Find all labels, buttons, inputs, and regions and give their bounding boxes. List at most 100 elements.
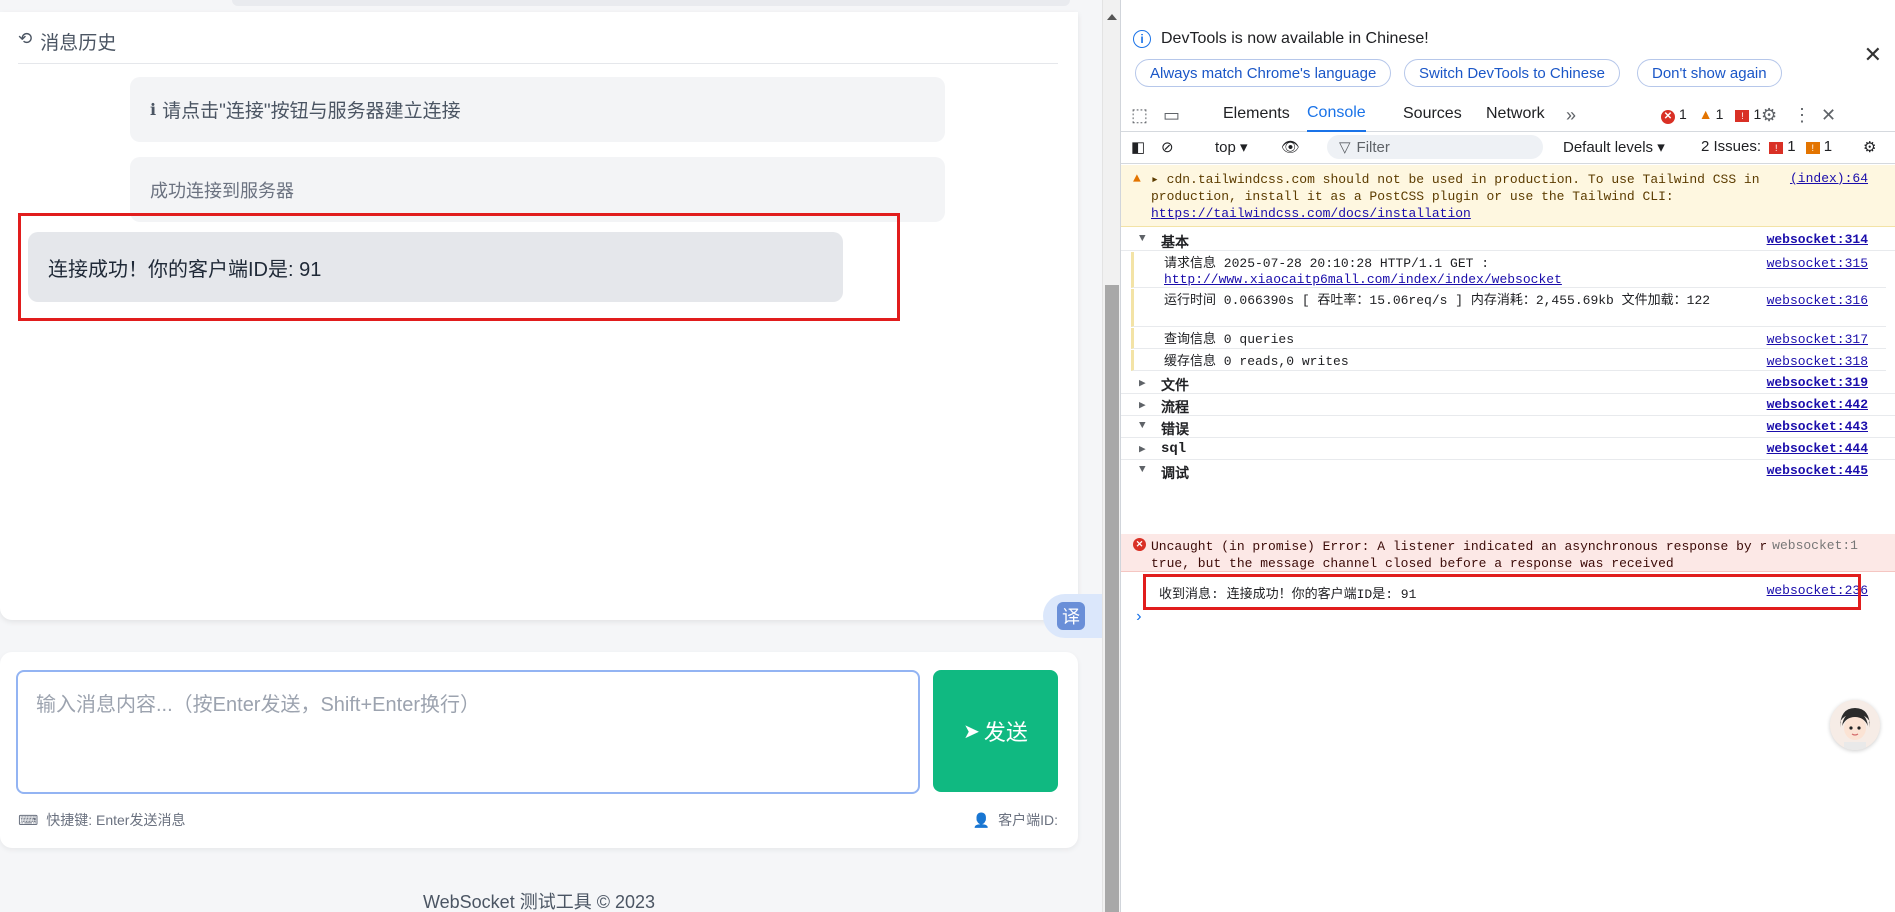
console-group-debug[interactable]: ▼ 调试 websocket:445 bbox=[1121, 460, 1895, 483]
close-notice-icon[interactable]: ✕ bbox=[1864, 42, 1882, 68]
console-group-errors[interactable]: ▼ 错误 websocket:443 bbox=[1121, 416, 1895, 439]
sub-source-link[interactable]: websocket:318 bbox=[1767, 354, 1868, 369]
message-text: 成功连接到服务器 bbox=[150, 181, 294, 201]
sidebar-toggle-icon[interactable]: ◧ bbox=[1131, 138, 1145, 156]
chat-page: ⟲ 消息历史 ℹ 请点击"连接"按钮与服务器建立连接 成功连接到服务器 连接成功… bbox=[0, 0, 1103, 912]
issues-counter[interactable]: 2 Issues: ! 1 ! 1 bbox=[1701, 138, 1832, 155]
history-header: ⟲ 消息历史 bbox=[18, 28, 1058, 64]
page-scrollbar[interactable] bbox=[1102, 0, 1120, 912]
error-icon: ✕ bbox=[1661, 109, 1675, 124]
group-source-link[interactable]: websocket:445 bbox=[1767, 463, 1868, 478]
console-group-files[interactable]: ▶ 文件 websocket:319 bbox=[1121, 372, 1895, 395]
console-counts[interactable]: ✕ 1 ▲ 1 ! 1 bbox=[1661, 106, 1761, 124]
always-match-language-button[interactable]: Always match Chrome's language bbox=[1135, 59, 1392, 87]
group-source-link[interactable]: websocket:319 bbox=[1767, 375, 1868, 390]
history-title: 消息历史 bbox=[40, 33, 117, 54]
warning-count: ▲ 1 bbox=[1698, 106, 1724, 122]
collapsed-arrow-icon: ▶ bbox=[1139, 400, 1146, 412]
error-icon: ✕ bbox=[1133, 538, 1146, 551]
keyboard-icon: ⌨ bbox=[18, 811, 39, 828]
top-strip bbox=[0, 0, 1102, 8]
log-levels-dropdown[interactable]: Default levels ▾ bbox=[1563, 138, 1665, 156]
group-source-link[interactable]: websocket:442 bbox=[1767, 397, 1868, 412]
console-sub-row-request: 请求信息 2025-07-28 20:10:28 HTTP/1.1 GET :h… bbox=[1131, 252, 1886, 288]
device-toolbar-icon[interactable]: ▭ bbox=[1163, 105, 1180, 126]
paper-plane-icon: ➤ bbox=[963, 720, 980, 743]
expand-arrow-icon: ▼ bbox=[1139, 420, 1146, 432]
message-input[interactable] bbox=[16, 670, 920, 794]
shortcut-text: 快捷键: Enter发送消息 bbox=[46, 812, 186, 828]
group-source-link[interactable]: websocket:443 bbox=[1767, 419, 1868, 434]
group-label: 错误 bbox=[1161, 423, 1189, 439]
send-button[interactable]: ➤ 发送 bbox=[933, 670, 1058, 792]
tab-console[interactable]: Console bbox=[1307, 96, 1366, 132]
devtools-panel: i DevTools is now available in Chinese! … bbox=[1120, 0, 1895, 912]
scrollbar-thumb[interactable] bbox=[1105, 285, 1119, 912]
system-message-connect-hint: ℹ 请点击"连接"按钮与服务器建立连接 bbox=[130, 77, 945, 142]
scroll-up-arrow-icon[interactable] bbox=[1107, 14, 1117, 20]
warning-icon: ▲ bbox=[1698, 106, 1713, 122]
group-label: 调试 bbox=[1161, 467, 1189, 483]
filter-icon: ▽ bbox=[1339, 139, 1351, 156]
clear-console-icon[interactable]: ⊘ bbox=[1161, 138, 1174, 156]
live-expression-eye-icon[interactable]: 👁 bbox=[1281, 138, 1300, 156]
console-sub-row-runtime: 运行时间 0.066390s [ 吞吐率：15.06req/s ] 内存消耗：2… bbox=[1131, 289, 1886, 327]
console-error-row: ✕ Uncaught (in promise) Error: A listene… bbox=[1121, 534, 1895, 572]
console-sub-row-queries: 查询信息 0 queries websocket:317 bbox=[1131, 328, 1886, 349]
client-id-label: 客户端ID: bbox=[998, 812, 1058, 828]
group-label: sql bbox=[1161, 441, 1187, 457]
console-group-basic[interactable]: ▼ 基本 websocket:314 bbox=[1121, 229, 1895, 252]
collapsed-arrow-icon: ▶ bbox=[1139, 444, 1146, 456]
context-selector[interactable]: top ▾ bbox=[1215, 138, 1248, 156]
warning-source-link[interactable]: (index):64 bbox=[1790, 171, 1868, 186]
tailwind-docs-link[interactable]: https://tailwindcss.com/docs/installatio… bbox=[1151, 206, 1471, 221]
collapsed-arrow-icon: ▶ bbox=[1139, 378, 1146, 390]
inspect-element-icon[interactable]: ⬚ bbox=[1131, 105, 1148, 126]
switch-to-chinese-button[interactable]: Switch DevTools to Chinese bbox=[1404, 59, 1620, 87]
error-source-link[interactable]: websocket:1 bbox=[1766, 538, 1858, 553]
console-group-sql[interactable]: ▶ sql websocket:444 bbox=[1121, 438, 1895, 460]
tab-network[interactable]: Network bbox=[1486, 96, 1545, 132]
error-text: Uncaught (in promise) Error: A listener … bbox=[1151, 539, 1830, 571]
issue-flag-icon: ! bbox=[1735, 110, 1750, 122]
console-prompt-caret-icon[interactable]: › bbox=[1134, 608, 1144, 626]
console-settings-icon[interactable]: ⚙ bbox=[1863, 138, 1876, 156]
request-url-link[interactable]: http://www.xiaocaitp6mall.com/index/inde… bbox=[1164, 272, 1562, 287]
dont-show-again-button[interactable]: Don't show again bbox=[1637, 59, 1782, 87]
console-group-flow[interactable]: ▶ 流程 websocket:442 bbox=[1121, 394, 1895, 417]
top-bar-fragment bbox=[232, 0, 1070, 6]
assistant-avatar-icon[interactable] bbox=[1830, 700, 1880, 750]
input-panel: ➤ 发送 ⌨ 快捷键: Enter发送消息 👤 客户端ID: bbox=[0, 652, 1078, 848]
filter-placeholder: Filter bbox=[1356, 138, 1390, 156]
sub-source-link[interactable]: websocket:316 bbox=[1767, 293, 1868, 308]
console-toolbar: ◧ ⊘ top ▾ 👁 ▽ Filter Default levels ▾ 2 … bbox=[1121, 132, 1895, 164]
devtools-tab-bar: ⬚ ▭ Elements Console Sources Network » ✕… bbox=[1121, 96, 1895, 132]
group-label: 流程 bbox=[1161, 401, 1189, 417]
client-id-display: 👤 客户端ID: bbox=[973, 810, 1058, 830]
close-devtools-icon[interactable]: ✕ bbox=[1821, 105, 1836, 126]
highlight-box-message bbox=[18, 213, 900, 321]
group-label: 文件 bbox=[1161, 379, 1189, 395]
group-label: 基本 bbox=[1161, 236, 1189, 252]
tab-sources[interactable]: Sources bbox=[1403, 96, 1462, 132]
issues-warning-icon: ! bbox=[1805, 142, 1820, 154]
translate-button[interactable]: 译 bbox=[1043, 594, 1103, 638]
sub-source-link[interactable]: websocket:315 bbox=[1767, 256, 1868, 271]
message-text: 请点击"连接"按钮与服务器建立连接 bbox=[162, 101, 461, 122]
page-footer: WebSocket 测试工具 © 2023 bbox=[422, 892, 656, 912]
kebab-menu-icon[interactable]: ⋮ bbox=[1793, 105, 1811, 126]
send-label: 发送 bbox=[983, 720, 1028, 745]
info-icon: i bbox=[1133, 30, 1151, 48]
tab-elements[interactable]: Elements bbox=[1223, 96, 1290, 132]
sub-source-link[interactable]: websocket:317 bbox=[1767, 332, 1868, 347]
console-filter-input[interactable]: ▽ Filter bbox=[1327, 135, 1543, 159]
shortcut-hint: ⌨ 快捷键: Enter发送消息 bbox=[18, 810, 185, 830]
error-count: ✕ 1 bbox=[1661, 106, 1687, 124]
user-icon: 👤 bbox=[972, 811, 991, 828]
settings-gear-icon[interactable]: ⚙ bbox=[1761, 105, 1777, 126]
group-source-link[interactable]: websocket:314 bbox=[1767, 232, 1868, 247]
console-sub-row-cache: 缓存信息 0 reads,0 writes websocket:318 bbox=[1131, 350, 1886, 371]
group-source-link[interactable]: websocket:444 bbox=[1767, 441, 1868, 456]
translate-icon: 译 bbox=[1057, 602, 1085, 630]
more-tabs-icon[interactable]: » bbox=[1566, 105, 1576, 126]
